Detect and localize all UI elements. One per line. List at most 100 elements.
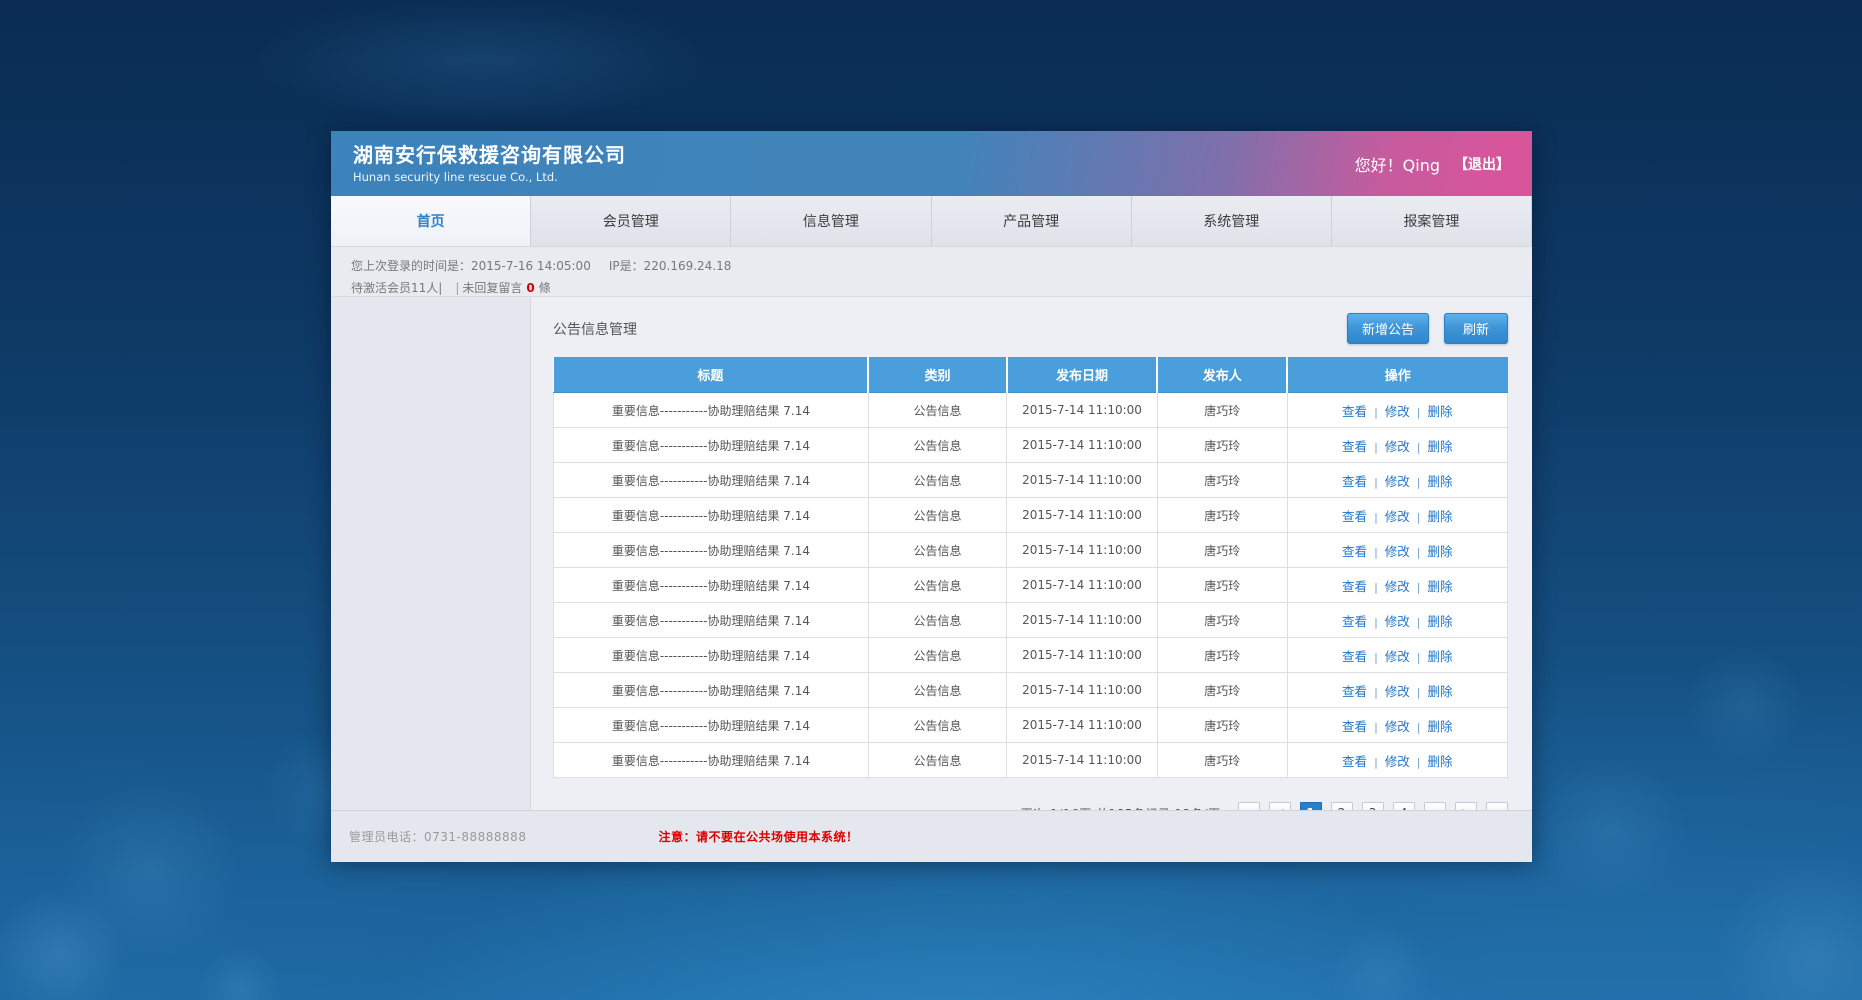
content-row: 公告信息管理 新增公告 刷新 标题 类别 发布日期 发布人 操作 <box>331 297 1532 810</box>
table-row: 重要信息-----------协助理赔结果 7.14 公告信息 2015-7-1… <box>554 603 1508 638</box>
view-link[interactable]: 查看 <box>1342 684 1367 699</box>
footer-warning: 注意：请不要在公共场使用本系统！ <box>658 828 858 845</box>
view-link[interactable]: 查看 <box>1342 544 1367 559</box>
view-link[interactable]: 查看 <box>1342 719 1367 734</box>
cell-category: 公告信息 <box>868 533 1006 568</box>
cell-title: 重要信息-----------协助理赔结果 7.14 <box>554 673 869 708</box>
delete-link[interactable]: 删除 <box>1428 579 1453 594</box>
edit-link[interactable]: 修改 <box>1385 404 1410 419</box>
action-separator: | <box>1417 756 1421 769</box>
edit-link[interactable]: 修改 <box>1385 719 1410 734</box>
view-link[interactable]: 查看 <box>1342 404 1367 419</box>
ip-label: IP是： <box>609 259 644 273</box>
view-link[interactable]: 查看 <box>1342 754 1367 769</box>
view-link[interactable]: 查看 <box>1342 649 1367 664</box>
nav-tab-label: 会员管理 <box>603 211 659 231</box>
edit-link[interactable]: 修改 <box>1385 754 1410 769</box>
page-title: 公告信息管理 <box>553 319 637 339</box>
view-link[interactable]: 查看 <box>1342 439 1367 454</box>
delete-link[interactable]: 删除 <box>1428 509 1453 524</box>
nav-tab[interactable]: 产品管理 <box>932 196 1132 246</box>
action-separator: | <box>1374 406 1378 419</box>
view-link[interactable]: 查看 <box>1342 509 1367 524</box>
cell-actions: 查看|修改|删除 <box>1287 393 1507 428</box>
cell-title: 重要信息-----------协助理赔结果 7.14 <box>554 568 869 603</box>
cell-category: 公告信息 <box>868 568 1006 603</box>
cell-category: 公告信息 <box>868 428 1006 463</box>
nav-tab[interactable]: 系统管理 <box>1132 196 1332 246</box>
user-area: 您好！Qing 【退出】 <box>1355 152 1510 176</box>
add-announcement-button[interactable]: 新增公告 <box>1347 313 1429 344</box>
last-login-line: 您上次登录的时间是：2015-7-16 14:05:00IP是：220.169.… <box>351 255 1532 277</box>
action-separator: | <box>1374 441 1378 454</box>
view-link[interactable]: 查看 <box>1342 614 1367 629</box>
delete-link[interactable]: 删除 <box>1428 684 1453 699</box>
nav-tab[interactable]: 报案管理 <box>1332 196 1532 246</box>
cell-actions: 查看 | 修改 | 删除 <box>1287 533 1507 568</box>
nav-tab[interactable]: 信息管理 <box>731 196 931 246</box>
edit-link[interactable]: 修改 <box>1385 649 1410 664</box>
ip-value: 220.169.24.18 <box>644 259 732 273</box>
action-separator: | <box>1374 546 1378 559</box>
delete-link[interactable]: 删除 <box>1428 404 1453 419</box>
table-row: 重要信息-----------协助理赔结果 7.14 公告信息 2015-7-1… <box>554 533 1508 568</box>
edit-link[interactable]: 修改 <box>1385 509 1410 524</box>
cell-date: 2015-7-14 11:10:00 <box>1007 568 1158 603</box>
delete-link[interactable]: 删除 <box>1428 474 1453 489</box>
cell-category: 公告信息 <box>868 708 1006 743</box>
delete-link[interactable]: 删除 <box>1428 614 1453 629</box>
divider: | <box>455 281 459 295</box>
cell-title: 重要信息-----------协助理赔结果 7.14 <box>554 463 869 498</box>
pending-members-text: 待激活会员11人| <box>351 281 442 295</box>
cell-title: 重要信息-----------协助理赔结果 7.14 <box>554 603 869 638</box>
cell-category: 公告信息 <box>868 463 1006 498</box>
edit-link[interactable]: 修改 <box>1385 544 1410 559</box>
edit-link[interactable]: 修改 <box>1385 439 1410 454</box>
action-separator: | <box>1417 686 1421 699</box>
delete-link[interactable]: 删除 <box>1428 649 1453 664</box>
cell-date: 2015-7-14 11:10:00 <box>1007 708 1158 743</box>
delete-link[interactable]: 删除 <box>1428 719 1453 734</box>
action-separator: | <box>1374 686 1378 699</box>
cell-category: 公告信息 <box>868 638 1006 673</box>
action-separator: | <box>1417 441 1421 454</box>
refresh-button[interactable]: 刷新 <box>1444 313 1508 344</box>
company-identity: 湖南安行保救援咨询有限公司 Hunan security line rescue… <box>353 143 626 184</box>
view-link[interactable]: 查看 <box>1342 579 1367 594</box>
delete-link[interactable]: 删除 <box>1428 754 1453 769</box>
cell-actions: 查看 | 修改 | 删除 <box>1287 673 1507 708</box>
app-window: 湖南安行保救援咨询有限公司 Hunan security line rescue… <box>331 131 1532 862</box>
action-separator: | <box>1374 511 1378 524</box>
table-row: 重要信息-----------协助理赔结果 7.14 公告信息 2015-7-1… <box>554 673 1508 708</box>
cell-title: 重要信息-----------协助理赔结果 7.14 <box>554 533 869 568</box>
action-separator: | <box>1417 616 1421 629</box>
action-separator: | <box>1417 581 1421 594</box>
edit-link[interactable]: 修改 <box>1385 684 1410 699</box>
desktop-background: { "header": { "company_name_zh": "湖南安行保救… <box>0 0 1862 1000</box>
nav-tab[interactable]: 会员管理 <box>531 196 731 246</box>
cell-actions: 查看 | 修改 | 删除 <box>1287 603 1507 638</box>
view-link[interactable]: 查看 <box>1342 474 1367 489</box>
action-separator: | <box>1417 546 1421 559</box>
cell-actions: 查看|修改|删除 <box>1287 498 1507 533</box>
company-name-en: Hunan security line rescue Co., Ltd. <box>353 170 626 184</box>
column-header-date: 发布日期 <box>1007 357 1158 393</box>
logout-button[interactable]: 【退出】 <box>1454 154 1510 174</box>
cell-publisher: 唐巧玲 <box>1157 743 1287 778</box>
user-greeting: 您好！Qing <box>1355 152 1440 176</box>
edit-link[interactable]: 修改 <box>1385 614 1410 629</box>
unreplied-unit: 條 <box>539 281 551 295</box>
delete-link[interactable]: 删除 <box>1428 439 1453 454</box>
cell-publisher: 唐巧玲 <box>1157 638 1287 673</box>
column-header-publisher: 发布人 <box>1157 357 1287 393</box>
action-separator: | <box>1374 616 1378 629</box>
delete-link[interactable]: 删除 <box>1428 544 1453 559</box>
nav-tab[interactable]: 首页 <box>331 196 531 246</box>
action-separator: | <box>1374 581 1378 594</box>
cell-title: 重要信息-----------协助理赔结果 7.14 <box>554 708 869 743</box>
action-separator: | <box>1374 476 1378 489</box>
cell-date: 2015-7-14 11:10:00 <box>1007 463 1158 498</box>
edit-link[interactable]: 修改 <box>1385 474 1410 489</box>
edit-link[interactable]: 修改 <box>1385 579 1410 594</box>
status-bar: 您上次登录的时间是：2015-7-16 14:05:00IP是：220.169.… <box>331 247 1532 297</box>
